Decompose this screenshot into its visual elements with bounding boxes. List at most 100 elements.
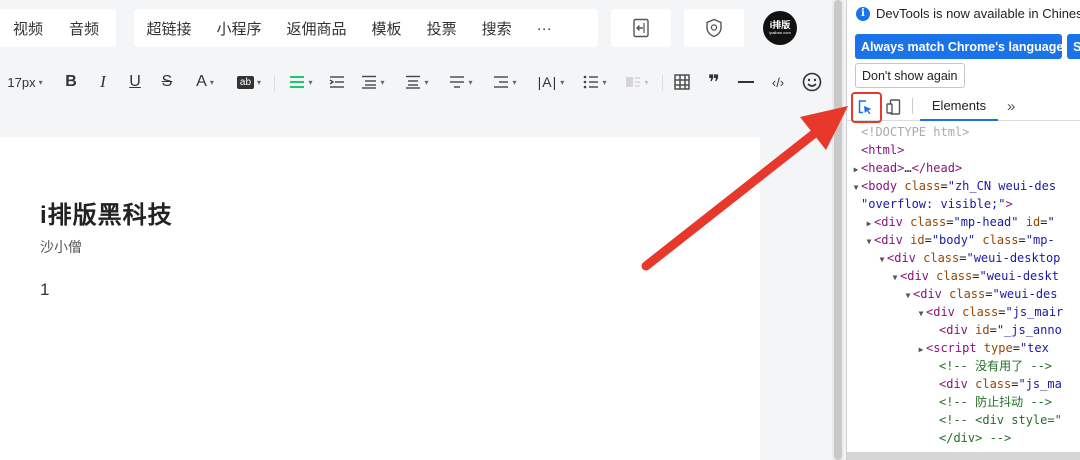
indent-button[interactable]: [326, 68, 348, 96]
insert-video[interactable]: 视频: [0, 18, 56, 39]
list-button[interactable]: ▾: [578, 68, 612, 96]
dom-node-line[interactable]: <!-- 防止抖动 -->: [847, 393, 1080, 411]
dom-node-line[interactable]: ▶ <script type="tex: [847, 339, 1080, 357]
horizontal-rule-icon: [738, 81, 754, 83]
dom-node-line[interactable]: </div> -->: [847, 429, 1080, 447]
dom-node-line[interactable]: <div id="_js_anno: [847, 321, 1080, 339]
shield-icon: [706, 18, 722, 38]
document-canvas[interactable]: i排版黑科技 沙小僧 1: [0, 137, 760, 460]
inspect-element-button[interactable]: [853, 95, 877, 119]
dom-token: </div> -->: [939, 431, 1012, 445]
collapse-arrow-icon[interactable]: ▼: [903, 287, 913, 303]
insert-more[interactable]: ···: [524, 20, 564, 37]
dom-token: "zh_CN weui-des: [947, 179, 1057, 193]
more-tabs-button[interactable]: »: [1007, 91, 1015, 121]
dom-token: <!-- 防止抖动 -->: [939, 395, 1053, 409]
dom-node-line[interactable]: ▼ <div class="weui-desktop: [847, 249, 1080, 267]
chevron-down-icon: ▾: [644, 77, 649, 87]
toolbar-divider: [662, 75, 663, 91]
security-check-button[interactable]: [684, 9, 744, 47]
expand-arrow-icon[interactable]: ▶: [851, 161, 861, 177]
dom-node-line[interactable]: ▼ <div id="body" class="mp-: [847, 231, 1080, 249]
horizontal-rule-button[interactable]: [734, 68, 758, 96]
dom-token: "body": [931, 233, 976, 247]
dom-node-line[interactable]: ▶ <head>…</head>: [847, 159, 1080, 177]
highlight-label: ab: [236, 75, 255, 89]
strikethrough-button[interactable]: S: [156, 68, 178, 96]
dom-token: >: [1005, 197, 1013, 211]
insert-toolbar-content: 超链接 小程序 返佣商品 模板 投票 搜索 ···: [134, 9, 598, 47]
expand-arrow-icon[interactable]: ▶: [864, 215, 874, 231]
dom-token: class: [910, 215, 947, 229]
align-left-icon: [290, 76, 305, 88]
insert-table-button[interactable]: [670, 68, 694, 96]
paragraph-spacing-before-button[interactable]: ▾: [356, 68, 390, 96]
dom-tree[interactable]: <!DOCTYPE html> <html> ▶ <head>…</head> ▼ <bo…: [847, 123, 1080, 447]
dom-node-line[interactable]: ▼ <div class="weui-des: [847, 285, 1080, 303]
dom-token: <div: [939, 377, 976, 391]
match-language-button[interactable]: Always match Chrome's language: [855, 34, 1063, 59]
article-body[interactable]: 1: [40, 280, 49, 300]
collapse-arrow-icon[interactable]: ▼: [890, 269, 900, 285]
exit-document-button[interactable]: [611, 9, 671, 47]
insert-template[interactable]: 模板: [359, 18, 414, 39]
dom-node-line[interactable]: <!-- <div style=": [847, 411, 1080, 429]
dom-node-line[interactable]: <!DOCTYPE html>: [847, 123, 1080, 141]
insert-audio[interactable]: 音频: [56, 18, 112, 39]
editor-scrollbar-thumb[interactable]: [834, 0, 842, 460]
dom-token: "tex: [1019, 341, 1049, 355]
dom-node-line[interactable]: ▼ <div class="weui-deskt: [847, 267, 1080, 285]
expand-arrow-icon[interactable]: ▶: [916, 341, 926, 357]
logo-subtext: ipaiban.com: [769, 29, 791, 35]
insert-search[interactable]: 搜索: [469, 18, 524, 39]
dom-node-line[interactable]: ▶ <div class="mp-head" id=": [847, 213, 1080, 231]
highlight-color-button[interactable]: ab ▾: [232, 68, 266, 96]
code-button[interactable]: ‹/›: [764, 68, 792, 96]
dom-node-line[interactable]: ▼ <body class="zh_CN weui-des: [847, 177, 1080, 195]
article-title[interactable]: i排版黑科技: [40, 195, 173, 230]
insert-vote[interactable]: 投票: [414, 18, 469, 39]
line-height-button[interactable]: ▾: [444, 68, 478, 96]
dom-token: <!-- <div style=": [939, 413, 1062, 427]
device-toolbar-button[interactable]: [883, 95, 905, 119]
collapse-arrow-icon[interactable]: ▼: [864, 233, 874, 249]
emoji-button[interactable]: [800, 68, 824, 96]
insert-mini-program[interactable]: 小程序: [204, 18, 274, 39]
bullet-list-icon: [584, 75, 599, 89]
collapse-arrow-icon[interactable]: ▼: [851, 179, 861, 195]
switch-language-button[interactable]: S: [1067, 34, 1080, 59]
ipaiban-logo[interactable]: i排版 ipaiban.com: [763, 11, 797, 45]
inspect-cursor-icon: [858, 100, 872, 115]
dont-show-again-button[interactable]: Don't show again: [855, 63, 965, 88]
collapse-arrow-icon[interactable]: ▼: [916, 305, 926, 321]
collapse-arrow-icon[interactable]: ▼: [877, 251, 887, 267]
dom-node-line[interactable]: <html>: [847, 141, 1080, 159]
toolbar-divider: [274, 75, 275, 91]
italic-button[interactable]: I: [92, 68, 114, 96]
dom-node-line[interactable]: <div class="js_ma: [847, 375, 1080, 393]
tab-elements[interactable]: Elements: [920, 91, 998, 121]
dom-node-line[interactable]: <!-- 没有用了 -->: [847, 357, 1080, 375]
dom-node-line[interactable]: "overflow: visible;">: [847, 195, 1080, 213]
dom-token: =: [940, 179, 948, 193]
insert-hyperlink[interactable]: 超链接: [134, 18, 204, 39]
quote-button[interactable]: ❞: [702, 68, 726, 96]
text-indent-button[interactable]: ▾: [488, 68, 522, 96]
chevron-down-icon: ▾: [308, 77, 313, 87]
dom-token: </head>: [911, 161, 963, 175]
article-author[interactable]: 沙小僧: [40, 237, 82, 257]
font-color-button[interactable]: A ▾: [188, 68, 222, 96]
align-button[interactable]: ▾: [284, 68, 318, 96]
chevron-down-icon: ▾: [468, 77, 473, 87]
underline-button[interactable]: U: [124, 68, 146, 96]
dom-node-line[interactable]: ▼ <div class="js_mair: [847, 303, 1080, 321]
float-button[interactable]: ▾: [620, 68, 654, 96]
paragraph-spacing-after-button[interactable]: ▾: [400, 68, 434, 96]
font-size-select[interactable]: 17px ▾: [2, 68, 48, 96]
bold-button[interactable]: B: [60, 68, 82, 96]
dom-token: id: [1025, 215, 1041, 229]
letter-spacing-button[interactable]: |A| ▾: [532, 68, 570, 96]
letter-spacing-icon: |A|: [537, 74, 558, 90]
font-color-label: A: [196, 73, 207, 90]
insert-commission-product[interactable]: 返佣商品: [274, 18, 359, 39]
